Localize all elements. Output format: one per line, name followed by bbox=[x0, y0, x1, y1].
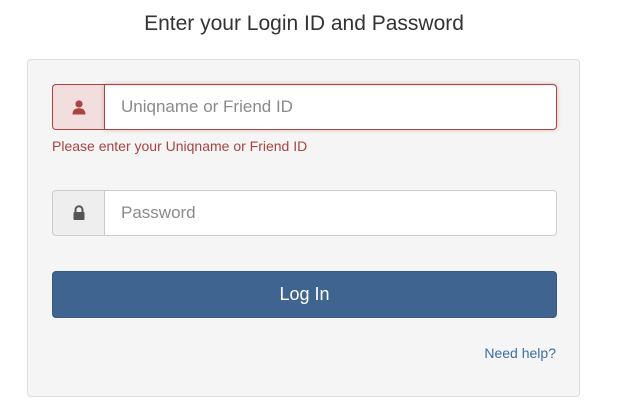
page-title: Enter your Login ID and Password bbox=[144, 12, 464, 35]
password-input-group bbox=[52, 190, 557, 236]
username-input[interactable] bbox=[104, 84, 557, 130]
lock-icon bbox=[52, 190, 104, 236]
username-error-message: Please enter your Uniqname or Friend ID bbox=[52, 138, 308, 154]
username-input-group bbox=[52, 84, 557, 130]
login-button[interactable]: Log In bbox=[52, 271, 557, 318]
user-icon bbox=[52, 84, 104, 130]
password-input[interactable] bbox=[104, 190, 557, 236]
login-panel: Please enter your Uniqname or Friend ID … bbox=[27, 59, 580, 397]
login-page: Enter your Login ID and Password Please … bbox=[0, 0, 620, 417]
need-help-link[interactable]: Need help? bbox=[484, 345, 556, 361]
